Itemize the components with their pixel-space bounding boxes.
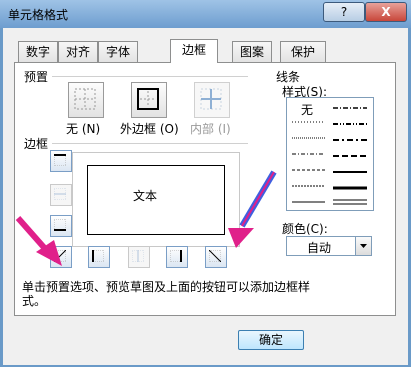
line-color-label: 颜色(C):	[282, 222, 328, 236]
border-left-icon	[92, 250, 104, 262]
preset-outline-button[interactable]	[131, 82, 167, 118]
border-inside-horizontal-icon	[54, 188, 66, 200]
border-right-icon	[170, 250, 182, 262]
tab-alignment[interactable]: 对齐	[58, 41, 98, 62]
preview-text: 文本	[133, 189, 158, 203]
tab-font[interactable]: 字体	[98, 41, 138, 62]
line-styles-graphic	[292, 107, 367, 205]
presets-label: 预置	[24, 70, 49, 84]
border-inside-vertical-button[interactable]	[128, 246, 150, 268]
presets-divider	[52, 76, 248, 77]
preset-none-button[interactable]	[68, 82, 104, 118]
ok-button[interactable]: 确定	[238, 330, 304, 350]
line-color-dropdown-button[interactable]	[355, 237, 371, 255]
title-bar: 单元格格式 ? X	[0, 0, 411, 28]
preset-inside-button[interactable]	[194, 82, 230, 118]
border-preview[interactable]: 文本	[72, 152, 240, 247]
annotation-arrow-left	[15, 216, 62, 266]
help-button[interactable]: ?	[323, 2, 365, 22]
hint-text: 单击预置选项、预览草图及上面的按钮可以添加边框样式。	[22, 280, 311, 308]
border-inside-vertical-icon	[132, 250, 144, 262]
border-left-button[interactable]	[88, 246, 110, 268]
line-color-select[interactable]: 自动	[286, 236, 372, 256]
tab-pattern[interactable]: 图案	[232, 41, 272, 62]
border-inside-horizontal-button[interactable]	[50, 184, 72, 206]
diagonal-down-icon	[209, 250, 221, 262]
preset-outline-label: 外边框 (O)	[120, 122, 179, 136]
border-top-icon	[54, 154, 66, 166]
border-divider	[52, 143, 248, 144]
tab-border[interactable]: 边框	[170, 39, 218, 63]
line-style-list[interactable]: 无	[286, 97, 374, 211]
tab-number[interactable]: 数字	[18, 41, 58, 62]
window-title: 单元格格式	[8, 8, 69, 22]
close-button[interactable]: X	[365, 2, 407, 22]
preset-outline-icon	[137, 88, 159, 110]
preset-inside-label: 内部 (I)	[190, 122, 231, 136]
line-color-value: 自动	[307, 241, 332, 255]
preset-none-label: 无 (N)	[66, 122, 101, 136]
tab-protection[interactable]: 保护	[280, 41, 326, 62]
annotation-arrow-right	[228, 170, 277, 248]
border-label: 边框	[24, 137, 49, 151]
preset-none-icon	[74, 88, 96, 110]
border-right-button[interactable]	[166, 246, 188, 268]
border-top-button[interactable]	[50, 150, 72, 172]
preset-inside-icon	[200, 88, 222, 110]
chevron-down-icon	[360, 244, 367, 248]
